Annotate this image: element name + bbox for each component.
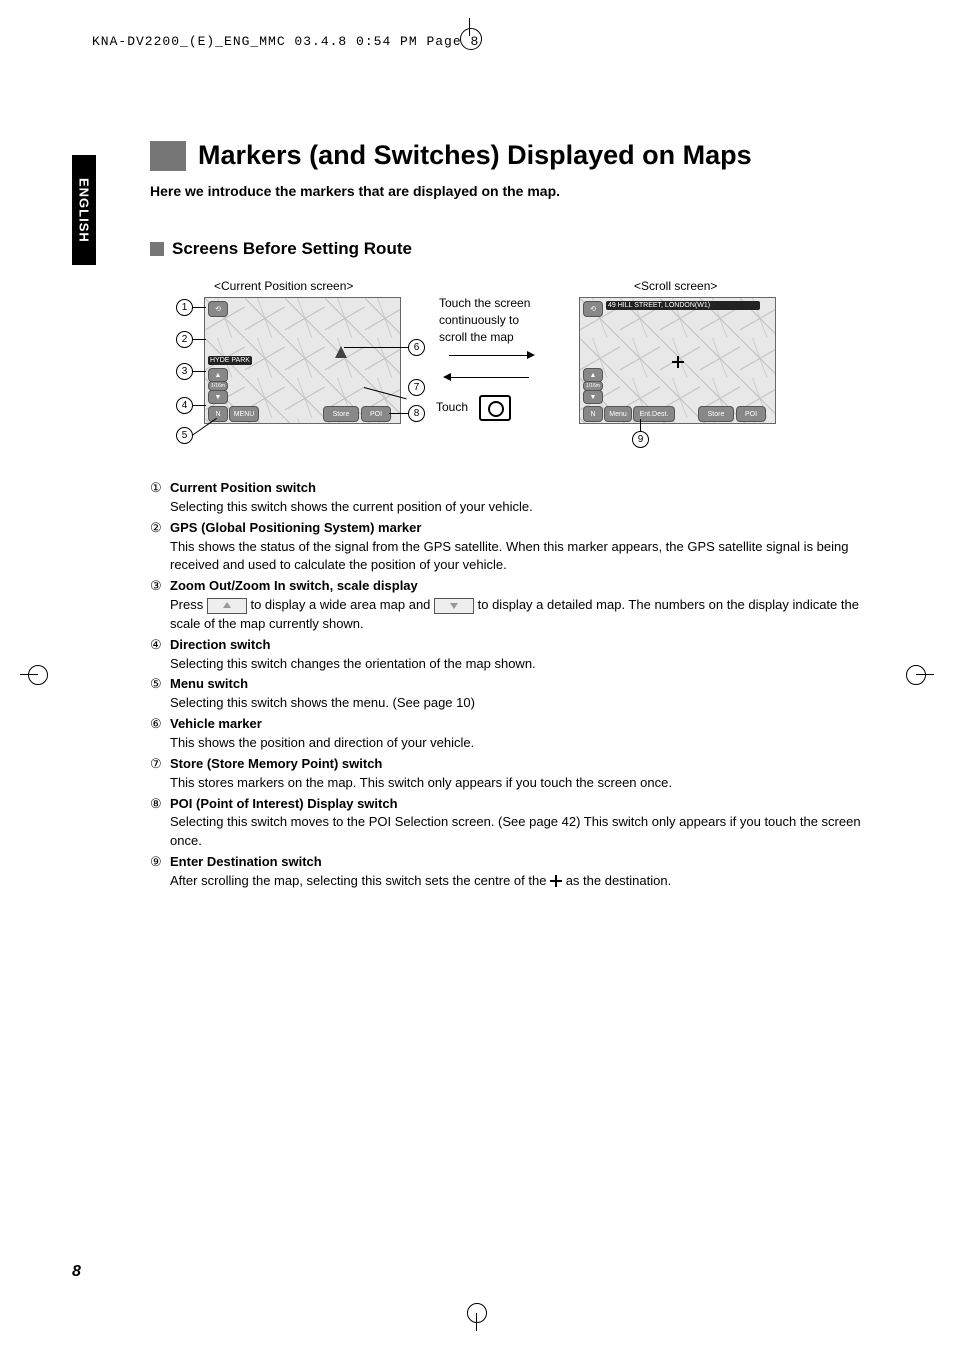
return-button-icon [479, 395, 511, 421]
def-num: ⑨ [150, 853, 170, 891]
definition-item: ③ Zoom Out/Zoom In switch, scale display… [150, 577, 870, 634]
scroll-screenshot: ⟲ 49 HILL STREET, LONDON(W1) ▲ 1/16m ▼ N… [579, 297, 776, 424]
def-title: Store (Store Memory Point) switch [170, 755, 870, 774]
zoom-in-inline-icon [434, 598, 474, 614]
crop-mark-icon [455, 22, 485, 52]
def-title: Vehicle marker [170, 715, 870, 734]
callout-9: 9 [632, 431, 649, 448]
callout-1: 1 [176, 299, 193, 316]
def-body: This shows the status of the signal from… [170, 538, 870, 576]
subsection-marker-icon [150, 242, 164, 256]
callout-6: 6 [408, 339, 425, 356]
def-num: ③ [150, 577, 170, 634]
def-title: POI (Point of Interest) Display switch [170, 795, 870, 814]
zoom-out-button[interactable]: ▲ [208, 368, 228, 382]
left-screen-label: <Current Position screen> [214, 279, 353, 293]
touch-label: Touch [436, 399, 468, 416]
def-body: Selecting this switch moves to the POI S… [170, 813, 870, 851]
def-num: ⑧ [150, 795, 170, 852]
callout-3: 3 [176, 363, 193, 380]
def-title: Zoom Out/Zoom In switch, scale display [170, 577, 870, 596]
def-body: This stores markers on the map. This swi… [170, 774, 870, 793]
def-title: Enter Destination switch [170, 853, 870, 872]
callout-7: 7 [408, 379, 425, 396]
definitions-list: ① Current Position switch Selecting this… [150, 479, 870, 891]
crosshair-icon [672, 353, 684, 371]
zoom-out-inline-icon [207, 598, 247, 614]
intro-text: Here we introduce the markers that are d… [150, 183, 870, 199]
def-num: ② [150, 519, 170, 576]
def-title: GPS (Global Positioning System) marker [170, 519, 870, 538]
definition-item: ④ Direction switch Selecting this switch… [150, 636, 870, 674]
arrow-right [449, 355, 529, 356]
def-body: Selecting this switch shows the menu. (S… [170, 694, 870, 713]
direction-button[interactable]: N [208, 406, 228, 422]
def-num: ① [150, 479, 170, 517]
def-body: After scrolling the map, selecting this … [170, 872, 870, 891]
subsection-title: Screens Before Setting Route [172, 239, 412, 259]
language-tab: ENGLISH [72, 155, 96, 265]
definition-item: ⑥ Vehicle marker This shows the position… [150, 715, 870, 753]
definition-item: ⑦ Store (Store Memory Point) switch This… [150, 755, 870, 793]
definition-item: ⑤ Menu switch Selecting this switch show… [150, 675, 870, 713]
scroll-hint: Touch the screen continuously to scroll … [439, 295, 549, 345]
callout-2: 2 [176, 331, 193, 348]
callout-4: 4 [176, 397, 193, 414]
definition-item: ② GPS (Global Positioning System) marker… [150, 519, 870, 576]
def-num: ⑤ [150, 675, 170, 713]
definition-item: ⑧ POI (Point of Interest) Display switch… [150, 795, 870, 852]
def-num: ⑥ [150, 715, 170, 753]
current-position-screenshot: ⟲ HYDE PARK ▲ 1/16m ▼ N MENU Store POI [204, 297, 401, 424]
callout-8: 8 [408, 405, 425, 422]
store-button-r[interactable]: Store [698, 406, 734, 422]
return-button[interactable]: ⟲ [583, 301, 603, 317]
def-title: Direction switch [170, 636, 870, 655]
definition-item: ⑨ Enter Destination switch After scrolli… [150, 853, 870, 891]
def-body: Selecting this switch shows the current … [170, 498, 870, 517]
crosshair-inline-icon [550, 875, 562, 887]
page-number: 8 [72, 1263, 81, 1281]
print-header: KNA-DV2200_(E)_ENG_MMC 03.4.8 0:54 PM Pa… [92, 34, 479, 49]
def-num: ④ [150, 636, 170, 674]
def-body: Selecting this switch changes the orient… [170, 655, 870, 674]
def-title: Current Position switch [170, 479, 870, 498]
poi-button-r[interactable]: POI [736, 406, 766, 422]
page-title: Markers (and Switches) Displayed on Maps [198, 140, 752, 171]
callout-5: 5 [176, 427, 193, 444]
crop-mark-icon [904, 660, 934, 690]
right-screen-label: <Scroll screen> [634, 279, 717, 293]
crop-mark-icon [20, 660, 50, 690]
store-button[interactable]: Store [323, 406, 359, 422]
def-num: ⑦ [150, 755, 170, 793]
current-position-button[interactable]: ⟲ [208, 301, 228, 317]
title-marker-icon [150, 141, 186, 171]
def-body: This shows the position and direction of… [170, 734, 870, 753]
zoom-out-button-r[interactable]: ▲ [583, 368, 603, 382]
crop-mark-icon [462, 1301, 492, 1331]
menu-button[interactable]: MENU [229, 406, 259, 422]
poi-button[interactable]: POI [361, 406, 391, 422]
def-title: Menu switch [170, 675, 870, 694]
figure-area: <Current Position screen> ⟲ HYDE PARK ▲ … [164, 279, 870, 459]
zoom-in-button[interactable]: ▼ [208, 390, 228, 404]
park-label: HYDE PARK [208, 356, 252, 365]
zoom-in-button-r[interactable]: ▼ [583, 390, 603, 404]
address-banner: 49 HILL STREET, LONDON(W1) [606, 301, 760, 310]
def-body: Press to display a wide area map and to … [170, 596, 870, 634]
direction-button-r[interactable]: N [583, 406, 603, 422]
definition-item: ① Current Position switch Selecting this… [150, 479, 870, 517]
arrow-left [449, 377, 529, 378]
menu-button-r[interactable]: Menu [604, 406, 632, 422]
